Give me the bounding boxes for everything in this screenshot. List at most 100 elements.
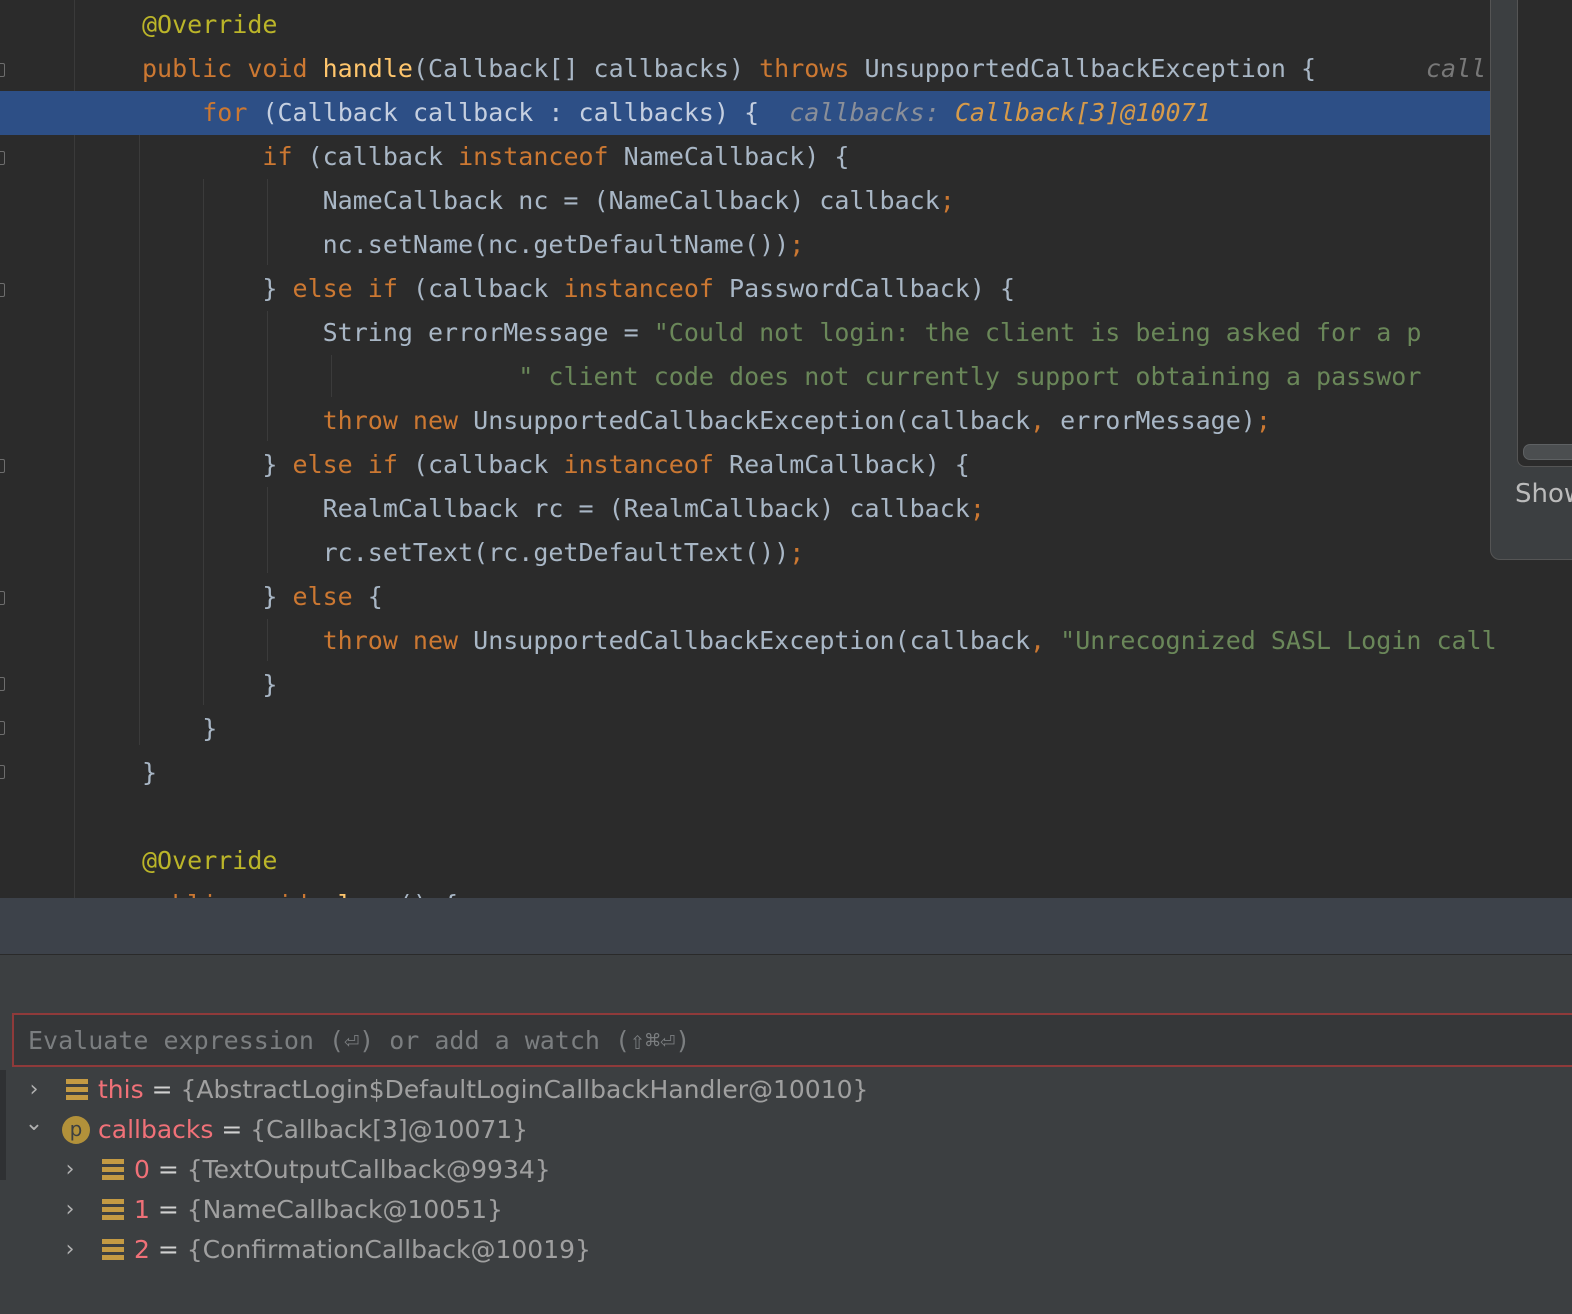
code-token: (callback (412, 274, 564, 303)
variable-value: {TextOutputCallback@9934} (186, 1155, 551, 1184)
field-icon (102, 1239, 124, 1261)
variable-equals: = (213, 1115, 251, 1144)
code-line[interactable]: } else if (callback instanceof RealmCall… (0, 443, 1490, 487)
field-icon (102, 1159, 124, 1181)
variable-name: 0 (134, 1155, 150, 1184)
popup-scrollbar[interactable] (1523, 444, 1572, 460)
code-line[interactable]: } (0, 751, 1490, 795)
code-line-text: @Override (142, 839, 277, 883)
code-line[interactable]: @Override (0, 839, 1490, 883)
code-token: , (1030, 626, 1061, 655)
code-line[interactable] (0, 795, 1490, 839)
code-token: else (292, 582, 368, 611)
code-token: PasswordCallback) { (729, 274, 1016, 303)
indent-guide (331, 355, 332, 397)
code-token: "Could not login: the client is being as… (653, 318, 1422, 347)
debugger-variables-panel: › this = {AbstractLogin$DefaultLoginCallb… (0, 955, 1572, 1314)
code-token: } (142, 450, 293, 479)
code-line-text: @Override (142, 3, 277, 47)
code-line-text: public void close() { (142, 883, 458, 898)
code-line-text: for (Callback callback : callbacks) { ca… (142, 91, 1210, 135)
quick-doc-popup[interactable]: Show (1490, 0, 1572, 560)
code-line[interactable]: rc.setText(rc.getDefaultText()); (0, 531, 1490, 575)
variable-row-2[interactable]: › 2 = {ConfirmationCallback@10019} (0, 1230, 1572, 1270)
code-line[interactable]: @Override (0, 3, 1490, 47)
code-token: } (142, 670, 278, 699)
code-line[interactable]: String errorMessage = "Could not login: … (0, 311, 1490, 355)
code-token: , (1030, 406, 1061, 435)
variable-row-callbacks[interactable]: ⌄ p callbacks = {Callback[3]@10071} (0, 1110, 1572, 1150)
code-token: "Unrecognized SASL Login call (1060, 626, 1497, 655)
popup-show-label[interactable]: Show (1515, 479, 1572, 509)
code-line-text: } (142, 663, 277, 707)
variable-value: {NameCallback@10051} (186, 1195, 503, 1224)
field-icon (66, 1079, 88, 1101)
code-token: void (247, 890, 322, 898)
code-line[interactable]: public void close() { (0, 883, 1490, 898)
code-token: () { (398, 890, 458, 898)
variable-text: this = {AbstractLogin$DefaultLoginCallba… (98, 1070, 868, 1110)
code-token: else if (292, 450, 413, 479)
code-line-text: NameCallback nc = (NameCallback) callbac… (142, 179, 955, 223)
code-line[interactable]: throw new UnsupportedCallbackException(c… (0, 619, 1497, 663)
indent-guide (139, 135, 140, 745)
code-editor[interactable]: @Override public void handle(Callback[] c… (0, 0, 1572, 898)
code-line-text: } else if (callback instanceof RealmCall… (142, 443, 969, 487)
code-token: ; (789, 230, 805, 259)
code-line-text: } else { (142, 575, 382, 619)
variable-equals: = (149, 1235, 187, 1264)
code-line[interactable]: nc.setName(nc.getDefaultName()); (0, 223, 1490, 267)
code-token: instanceof (563, 450, 730, 479)
variable-row-0[interactable]: › 0 = {TextOutputCallback@9934} (0, 1150, 1572, 1190)
code-token: NameCallback nc = (NameCallback) callbac… (142, 186, 940, 215)
code-line[interactable]: } else { (0, 575, 1490, 619)
indent-guide (203, 179, 204, 705)
variable-equals: = (149, 1155, 187, 1184)
evaluate-expression-input[interactable] (12, 1013, 1572, 1067)
code-line[interactable]: NameCallback nc = (NameCallback) callbac… (0, 179, 1490, 223)
variable-text: 0 = {TextOutputCallback@9934} (134, 1150, 551, 1190)
indent-guide (267, 311, 268, 441)
indent-guide (267, 179, 268, 265)
code-line[interactable]: } (0, 663, 1490, 707)
code-line[interactable]: " client code does not currently support… (0, 355, 1490, 399)
param-icon: p (62, 1116, 90, 1144)
code-line[interactable]: } (0, 707, 1490, 751)
code-token: @Override (142, 846, 278, 875)
chevron-right-icon[interactable]: › (58, 1190, 82, 1230)
code-token: for (202, 98, 263, 127)
code-line-text: throw new UnsupportedCallbackException(c… (142, 399, 1271, 443)
code-token: (Callback[] callbacks) (412, 54, 760, 83)
chevron-right-icon[interactable]: › (58, 1230, 82, 1270)
code-line[interactable]: throw new UnsupportedCallbackException(c… (0, 399, 1490, 443)
chevron-right-icon[interactable]: › (22, 1070, 46, 1110)
code-token: public (142, 54, 248, 83)
code-token: errorMessage) (1060, 406, 1256, 435)
code-line[interactable]: RealmCallback rc = (RealmCallback) callb… (0, 487, 1490, 531)
chevron-down-icon[interactable]: ⌄ (22, 1110, 46, 1150)
field-icon (102, 1199, 124, 1221)
code-token: ; (939, 186, 955, 215)
code-line[interactable]: if (callback instanceof NameCallback) { (0, 135, 1490, 179)
variable-row-1[interactable]: › 1 = {NameCallback@10051} (0, 1190, 1572, 1230)
variable-name: this (98, 1075, 144, 1104)
variable-name: callbacks (98, 1115, 214, 1144)
code-line[interactable]: } else if (callback instanceof PasswordC… (0, 267, 1490, 311)
code-token: ; (789, 538, 805, 567)
code-line[interactable]: public void handle(Callback[] callbacks)… (0, 47, 1490, 91)
code-token: nc.setName(nc.getDefaultName()) (142, 230, 790, 259)
debugger-toolbar (0, 955, 1572, 1011)
variable-name: 1 (134, 1195, 150, 1224)
execution-point-line[interactable]: for (Callback callback : callbacks) { ca… (0, 91, 1490, 135)
variable-name: 2 (134, 1235, 150, 1264)
chevron-right-icon[interactable]: › (58, 1150, 82, 1190)
code-token: (callback (412, 450, 564, 479)
code-token: instanceof (563, 274, 730, 303)
code-token: } (142, 714, 218, 743)
code-line-text: " client code does not currently support… (142, 355, 1421, 399)
variable-value: {AbstractLogin$DefaultLoginCallbackHandl… (180, 1075, 869, 1104)
variable-row-this[interactable]: › this = {AbstractLogin$DefaultLoginCallb… (0, 1070, 1572, 1110)
code-token: (Callback callback : callbacks) { (262, 98, 790, 127)
